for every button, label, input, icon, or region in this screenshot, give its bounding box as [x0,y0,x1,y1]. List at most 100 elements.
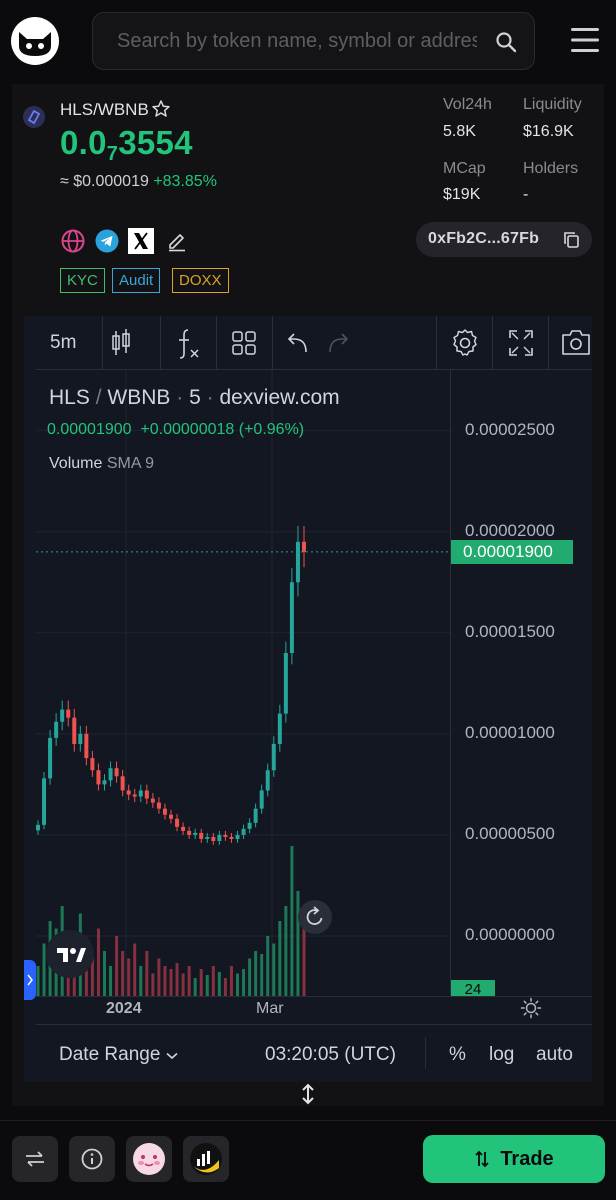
chart-bottom-controls: Date Range 03:20:05 (UTC) % log auto [36,1024,592,1082]
partner-app-button-1[interactable] [126,1136,172,1182]
candle-body [132,794,137,797]
hamburger-menu-icon[interactable] [570,26,600,54]
chart-legend-values: 0.00001900 +0.00000018 (+0.96%) [47,421,305,438]
candle-body [162,808,167,815]
price-tick-label: 0.00001000 [465,722,555,742]
search-icon[interactable] [494,30,518,54]
candle-body [175,818,180,827]
candle-body [295,541,300,583]
candle-body [84,733,89,759]
volume-bar [121,951,125,996]
layout-grid-icon[interactable] [232,316,256,370]
x-twitter-icon[interactable] [128,228,154,254]
volume-bar [96,928,100,996]
swap-button[interactable] [12,1136,58,1182]
price-tick-label: 0.00001500 [465,621,555,641]
date-range-button[interactable]: Date Range [59,1044,178,1066]
drawing-panel-toggle[interactable] [24,960,36,1000]
volume-bar [272,943,276,996]
volume-bar [127,958,131,996]
info-button[interactable] [69,1136,115,1182]
volume-bar [151,973,155,996]
volume-bar [199,969,203,996]
vol24h-value: 5.8K [443,123,476,140]
volume-bar [163,966,167,996]
candle-body [229,836,234,839]
volume-bar [157,958,161,996]
utc-time-display[interactable]: 03:20:05 (UTC) [265,1044,396,1066]
volume-bar [115,936,119,996]
partner-app-button-2[interactable] [183,1136,229,1182]
doxx-badge[interactable]: DOXX [172,268,229,293]
log-scale-toggle[interactable]: log [489,1044,514,1066]
time-axis[interactable]: 2024 Mar [36,996,592,1024]
trade-button[interactable]: Trade [423,1135,605,1183]
candle-body [211,836,216,841]
candle-body [193,832,198,835]
volume-bar [302,928,306,996]
website-globe-icon[interactable] [60,228,86,254]
usd-price: ≈ $0.000019 +83.85% [60,173,217,190]
redo-icon[interactable] [326,316,350,370]
pair-name: HLS/WBNB [60,100,149,119]
price-axis[interactable]: 0.00002500 0.00002000 0.00001500 0.00001000… [450,370,592,996]
contract-address-pill[interactable]: 0xFb2C...67Fb [416,222,592,257]
search-box[interactable]: Search by token name, symbol or address [92,12,535,70]
candle-body [217,834,222,841]
axis-settings-icon[interactable] [520,997,542,1019]
candle-body [54,721,59,738]
percent-scale-toggle[interactable]: % [449,1044,466,1066]
candle-body [169,814,173,819]
resize-vertical-icon[interactable] [298,1082,318,1106]
candle-body [289,582,294,653]
search-input[interactable]: Search by token name, symbol or address [117,30,477,53]
candle-body [253,808,258,823]
candle-body [241,828,246,835]
time-label-mar: Mar [256,1000,284,1017]
audit-badge[interactable]: Audit [112,268,161,293]
reset-chart-icon[interactable] [298,900,332,934]
candle-body [223,834,228,837]
chart-toolbar: 5m [36,316,592,370]
copy-icon[interactable] [563,231,580,248]
app-logo-icon[interactable] [10,16,60,66]
volume-bar [187,966,191,996]
chart-legend-title: HLS / WBNB · 5 · dexview.com [49,386,340,409]
candlestick-icon[interactable] [110,316,132,370]
candle-body [90,758,95,771]
edit-pencil-icon[interactable] [166,230,188,252]
token-price: 0.073554 [60,124,193,165]
auto-scale-toggle[interactable]: auto [536,1044,573,1066]
favorite-star-icon[interactable] [151,99,171,119]
volume-bar [103,951,106,996]
liquidity-label: Liquidity [523,96,582,113]
holders-value: - [523,186,529,203]
candle-body [247,822,252,829]
candle-body [60,709,65,722]
candle-body [235,834,240,839]
camera-snapshot-icon[interactable] [560,316,592,370]
volume-bar [254,951,258,996]
mcap-value: $19K [443,186,481,203]
volume-bar [284,906,288,996]
candle-body [66,709,71,718]
tradingview-logo-icon[interactable] [46,930,94,978]
undo-icon[interactable] [286,316,310,370]
telegram-icon[interactable] [94,228,120,254]
kyc-badge[interactable]: KYC [60,268,105,293]
volume-bar [36,966,40,996]
candle-body [42,778,47,825]
info-icon [81,1148,103,1170]
contract-address: 0xFb2C...67Fb [428,230,540,247]
candle-body [265,770,270,791]
indicators-fx-icon[interactable] [176,316,202,370]
pink-mascot-icon [133,1143,165,1175]
volume-value-tag: 24 [451,980,495,996]
volume-bar [248,958,252,996]
interval-selector[interactable]: 5m [50,316,76,370]
settings-gear-icon[interactable] [450,316,480,370]
candle-body [78,733,83,744]
fullscreen-icon[interactable] [508,316,534,370]
volume-bar [109,966,113,996]
candle-body [150,798,155,803]
